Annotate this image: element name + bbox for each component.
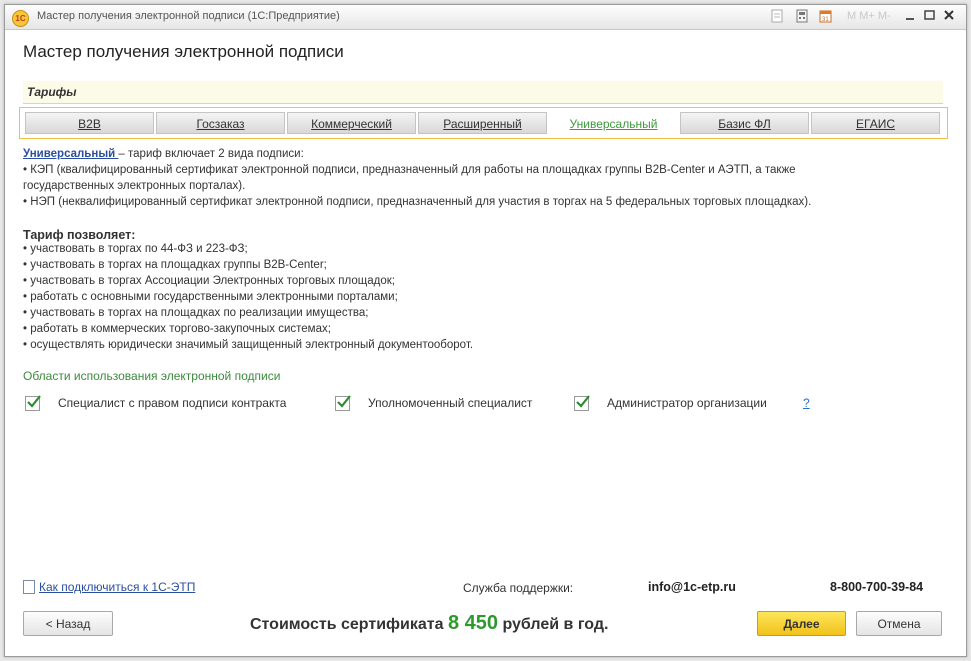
page-title: Мастер получения электронной подписи <box>23 42 344 61</box>
cancel-button[interactable]: Отмена <box>856 611 942 636</box>
tab-goszakaz[interactable]: Госзаказ <box>156 112 285 134</box>
tab-b2b[interactable]: B2B <box>25 112 154 134</box>
calendar-icon[interactable]: 31 <box>818 9 832 25</box>
check-icon <box>27 395 41 408</box>
list-item: • участвовать в торгах по 44-ФЗ и 223-ФЗ… <box>23 243 248 255</box>
description-line: • НЭП (неквалифицированный сертификат эл… <box>23 196 812 208</box>
maximize-icon[interactable] <box>922 9 936 25</box>
check-icon <box>337 395 351 408</box>
checkbox-org-admin[interactable] <box>574 395 590 411</box>
description-line: государственных электронных порталах). <box>23 180 246 192</box>
tariffs-section-header: Тарифы <box>23 81 943 104</box>
tab-kommercheskiy[interactable]: Коммерческий <box>287 112 416 134</box>
cost-amount: 8 450 <box>447 612 499 634</box>
tab-bazis-fl[interactable]: Базис ФЛ <box>680 112 809 134</box>
memory-buttons: М М+ М- <box>847 10 891 22</box>
section-label: Тарифы <box>27 85 77 99</box>
calculator-icon[interactable] <box>795 9 809 25</box>
list-item: • участвовать в торгах Ассоциации Электр… <box>23 275 395 287</box>
svg-text:31: 31 <box>822 17 829 23</box>
cost-prefix: Стоимость сертификата <box>250 616 448 633</box>
tariff-intro: Универсальный – тариф включает 2 вида по… <box>23 146 943 162</box>
wizard-window: 1С Мастер получения электронной подписи … <box>4 4 967 657</box>
certificate-cost: Стоимость сертификата 8 450 рублей в год… <box>250 612 608 635</box>
list-item: • работать с основными государственными … <box>23 291 398 303</box>
checkbox-label: Администратор организации <box>607 396 767 410</box>
next-button[interactable]: Далее <box>757 611 846 636</box>
how-to-connect-link[interactable]: Как подключиться к 1С-ЭТП <box>39 580 195 594</box>
support-email: info@1c-etp.ru <box>648 580 736 594</box>
list-item: • осуществлять юридически значимый защищ… <box>23 339 474 351</box>
checkbox-label: Уполномоченный специалист <box>368 396 533 410</box>
support-phone: 8-800-700-39-84 <box>830 580 924 594</box>
tab-rasshirenny[interactable]: Расширенный <box>418 112 547 134</box>
list-item: • участвовать в торгах на площадках груп… <box>23 259 327 271</box>
close-icon[interactable] <box>942 9 956 25</box>
tab-universalny[interactable]: Универсальный <box>549 112 678 134</box>
support-label: Служба поддержки: <box>463 581 574 595</box>
help-link[interactable]: ? <box>803 396 810 410</box>
document-icon[interactable] <box>770 9 784 25</box>
description-line: • КЭП (квалифицированный сертификат элек… <box>23 164 796 176</box>
window-title: Мастер получения электронной подписи (1С… <box>37 10 340 22</box>
checkbox-contract-signer[interactable] <box>25 395 41 411</box>
list-item: • работать в коммерческих торгово-закупо… <box>23 323 331 335</box>
areas-title: Области использования электронной подпис… <box>23 369 281 383</box>
tariff-intro-text: – тариф включает 2 вида подписи: <box>118 148 304 160</box>
minimize-icon[interactable] <box>903 9 917 25</box>
list-item: • участвовать в торгах на площадках по р… <box>23 307 369 319</box>
cost-suffix: рублей в год. <box>498 616 609 633</box>
back-button[interactable]: < Назад <box>23 611 113 636</box>
app-logo-icon[interactable]: 1С <box>12 10 29 27</box>
document-link-icon <box>23 580 35 594</box>
tariff-name-link[interactable]: Универсальный <box>23 148 118 160</box>
check-icon <box>576 395 590 408</box>
allows-title: Тариф позволяет: <box>23 228 136 242</box>
tariff-tabs: B2B Госзаказ Коммерческий Расширенный Ун… <box>19 107 948 139</box>
checkbox-authorized-specialist[interactable] <box>335 395 351 411</box>
title-bar: 1С Мастер получения электронной подписи … <box>5 5 966 30</box>
tab-egais[interactable]: ЕГАИС <box>811 112 940 134</box>
checkbox-label: Специалист с правом подписи контракта <box>58 396 287 410</box>
